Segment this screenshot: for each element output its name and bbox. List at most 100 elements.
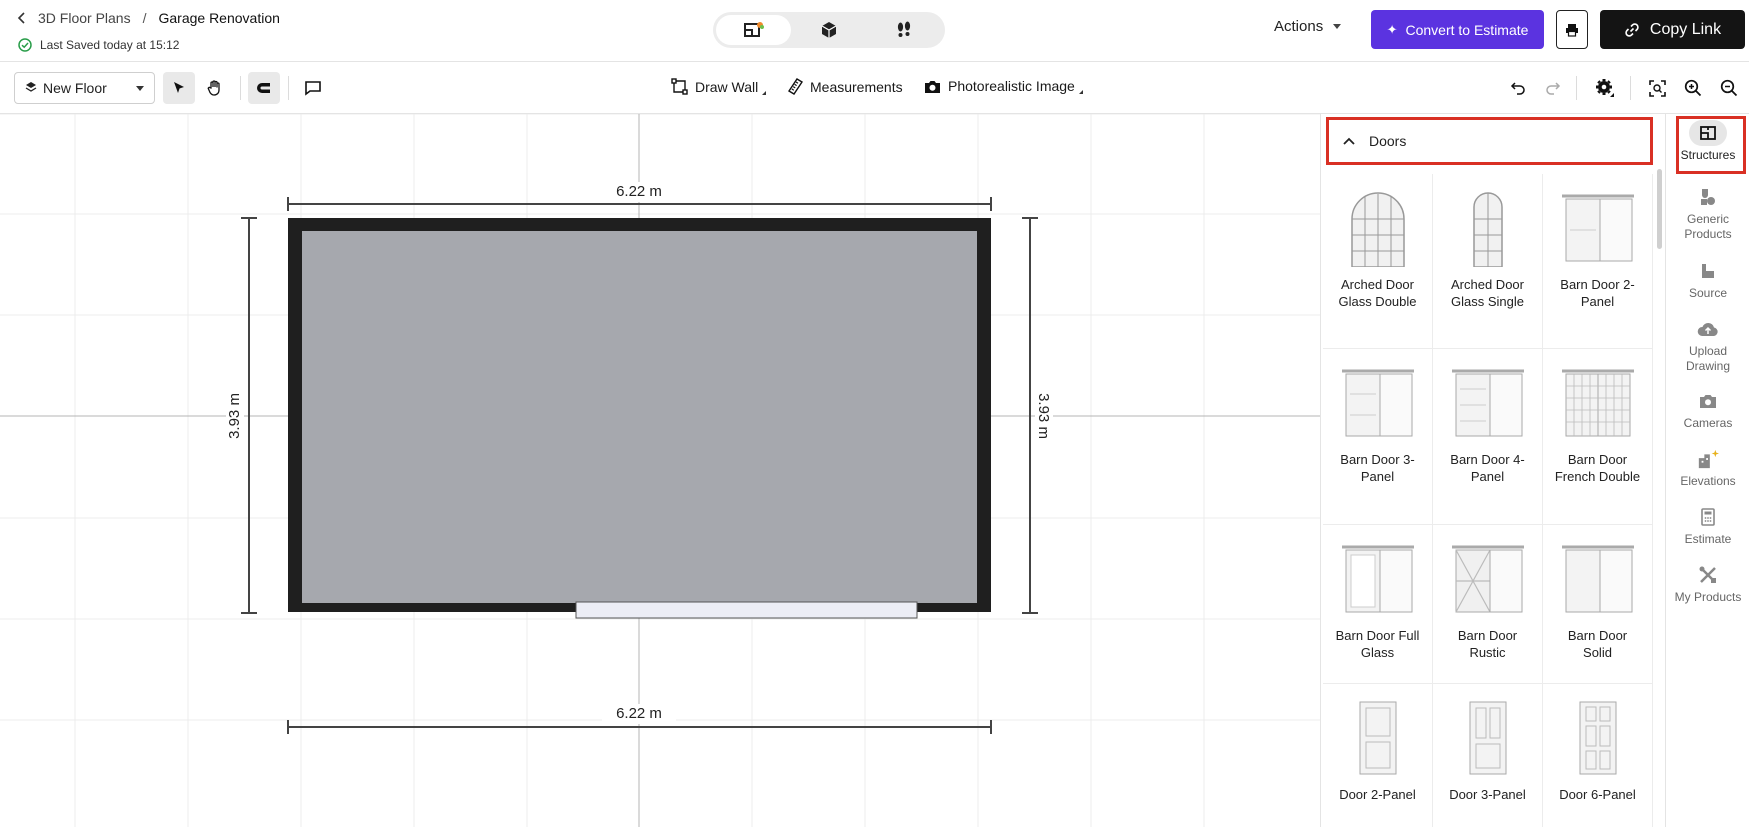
catalog-item[interactable]: Door 2-Panel xyxy=(1323,684,1433,827)
select-tool-button[interactable] xyxy=(163,72,195,104)
save-status: Last Saved today at 15:12 xyxy=(18,38,179,52)
hand-icon xyxy=(207,80,220,96)
catalog-item[interactable]: Door 3-Panel xyxy=(1433,684,1543,827)
draw-wall-button[interactable]: Draw Wall xyxy=(671,78,767,95)
room-floor[interactable] xyxy=(302,231,977,603)
panel-scrollbar[interactable] xyxy=(1657,169,1662,249)
catalog-item-label: Barn Door 3-Panel xyxy=(1340,452,1415,484)
catalog-item[interactable]: Barn Door French Double xyxy=(1543,349,1653,525)
back-chevron-icon[interactable] xyxy=(14,10,30,26)
pan-tool-button[interactable] xyxy=(199,72,231,104)
floor-select[interactable]: New Floor xyxy=(14,72,155,104)
structures-panel: Doors Arched Door Glass Double Arched Do… xyxy=(1320,114,1665,827)
chevron-up-icon xyxy=(1343,137,1355,145)
rail-item-cameras[interactable]: Cameras xyxy=(1666,390,1749,431)
catalog-item-label: Door 2-Panel xyxy=(1339,787,1416,802)
photorealistic-image-button[interactable]: Photorealistic Image xyxy=(924,78,1083,94)
catalog-item[interactable]: Arched Door Glass Single xyxy=(1433,174,1543,349)
rail-item-label: Estimate xyxy=(1684,532,1732,546)
catalog-item-label: Door 3-Panel xyxy=(1449,787,1526,802)
copy-link-label: Copy Link xyxy=(1649,20,1722,38)
rail-item-structures[interactable]: Structures xyxy=(1666,116,1749,174)
save-status-text: Last Saved today at 15:12 xyxy=(40,38,180,52)
catalog-item-label: Door 6-Panel xyxy=(1559,787,1636,802)
rail-item-elevations[interactable]: Elevations xyxy=(1666,448,1749,489)
barn-door-icon xyxy=(1341,369,1414,437)
rail-item-generic-products[interactable]: Generic Products xyxy=(1666,186,1749,242)
view-3d-button[interactable] xyxy=(791,15,866,45)
catalog-item-label: Barn Door Rustic xyxy=(1457,628,1518,660)
view-walkthrough-button[interactable] xyxy=(867,15,942,45)
submenu-corner-icon xyxy=(762,90,767,95)
redo-button[interactable] xyxy=(1537,72,1569,104)
camera-icon xyxy=(925,80,940,93)
actions-menu[interactable]: Actions xyxy=(1274,18,1342,35)
undo-button[interactable] xyxy=(1502,72,1534,104)
fit-to-screen-button[interactable] xyxy=(1641,72,1673,104)
zoom-in-button[interactable] xyxy=(1677,72,1709,104)
floor-select-value: New Floor xyxy=(43,80,107,96)
barn-door-icon xyxy=(1561,545,1634,613)
rail-item-label: Cameras xyxy=(1683,416,1733,430)
catalog-item-label: Arched Door Glass Double xyxy=(1338,277,1417,309)
rail-item-label: Upload Drawing xyxy=(1685,344,1730,373)
rail-item-upload-drawing[interactable]: Upload Drawing xyxy=(1666,318,1749,374)
walkthrough-footsteps-icon xyxy=(898,21,911,37)
catalog-item[interactable]: Barn Door 3-Panel xyxy=(1323,349,1433,525)
pointer-arrow-icon xyxy=(174,82,184,93)
photorealistic-image-label: Photorealistic Image xyxy=(948,78,1075,94)
rail-item-source[interactable]: Source xyxy=(1666,260,1749,301)
settings-button[interactable] xyxy=(1589,72,1621,104)
barn-door-french-icon xyxy=(1561,369,1634,437)
barn-door-rustic-icon xyxy=(1451,545,1524,613)
arched-double-door-icon xyxy=(1350,192,1405,267)
catalog-item-label: Barn Door Full Glass xyxy=(1335,628,1420,660)
panel-door-icon xyxy=(1469,701,1506,775)
view-2d-button[interactable] xyxy=(716,15,792,45)
submenu-corner-icon xyxy=(1078,90,1083,94)
convert-label: Convert to Estimate xyxy=(1405,21,1529,38)
measurements-button[interactable]: Measurements xyxy=(788,78,903,95)
fit-screen-icon xyxy=(1648,79,1666,97)
undo-icon xyxy=(1510,82,1525,95)
ruler-icon xyxy=(788,78,803,95)
rail-item-my-products[interactable]: My Products xyxy=(1666,564,1749,605)
catalog-item-label: Arched Door Glass Single xyxy=(1451,277,1524,309)
actions-label: Actions xyxy=(1274,18,1324,35)
catalog-item[interactable]: Barn Door Rustic xyxy=(1433,525,1543,684)
catalog-item[interactable]: Barn Door Full Glass xyxy=(1323,525,1433,684)
panel-door-icon xyxy=(1359,701,1396,775)
catalog-item[interactable]: Barn Door Solid xyxy=(1543,525,1653,684)
copy-link-button[interactable]: Copy Link xyxy=(1600,10,1745,49)
rail-item-estimate[interactable]: Estimate xyxy=(1666,506,1749,547)
zoom-in-icon xyxy=(1684,79,1702,97)
catalog-item[interactable]: Barn Door 4-Panel xyxy=(1433,349,1543,525)
sparkle-icon: ✦ xyxy=(1386,21,1398,37)
floor-plan-canvas[interactable]: 6.22 m 6.22 m 3.93 m 3.93 m xyxy=(0,114,1320,827)
convert-to-estimate-button[interactable]: ✦ Convert to Estimate xyxy=(1371,10,1544,49)
dimension-bottom-label: 6.22 m xyxy=(616,705,662,722)
barn-door-icon xyxy=(1561,194,1634,262)
doors-section-header[interactable]: Doors xyxy=(1326,117,1653,165)
comment-button[interactable] xyxy=(297,72,329,104)
check-circle-icon xyxy=(18,38,32,52)
catalog-item[interactable]: Arched Door Glass Double xyxy=(1323,174,1433,349)
rail-item-label: Generic Products xyxy=(1684,212,1732,241)
page-title: Garage Renovation xyxy=(158,10,280,26)
print-button[interactable] xyxy=(1556,10,1588,49)
selection-highlight xyxy=(1676,116,1746,174)
arched-single-door-icon xyxy=(1472,192,1503,267)
dimension-top-label: 6.22 m xyxy=(616,183,662,200)
toolbar-divider xyxy=(288,76,289,100)
snap-magnet-button[interactable] xyxy=(248,72,280,104)
floor-plan-drawing: 6.22 m 6.22 m 3.93 m 3.93 m xyxy=(0,114,1320,827)
catalog-item[interactable]: Barn Door 2-Panel xyxy=(1543,174,1653,349)
catalog-item[interactable]: Door 6-Panel xyxy=(1543,684,1653,827)
elevations-icon xyxy=(1698,449,1719,469)
breadcrumb-parent-link[interactable]: 3D Floor Plans xyxy=(38,10,131,26)
zoom-out-button[interactable] xyxy=(1713,72,1745,104)
rail-item-label: Source xyxy=(1688,286,1728,300)
dimension-left-label: 3.93 m xyxy=(226,393,243,439)
measurements-label: Measurements xyxy=(810,78,903,95)
garage-door-opening[interactable] xyxy=(575,601,918,619)
